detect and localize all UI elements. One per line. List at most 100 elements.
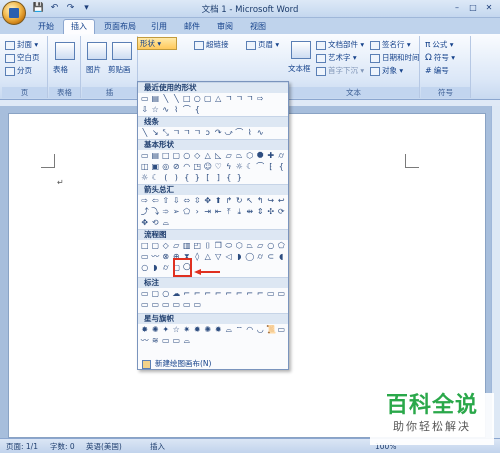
up-ribbon-icon[interactable]: ⌓ (224, 325, 234, 335)
no-symbol-icon[interactable]: ⊘ (172, 162, 182, 172)
page-break-button[interactable]: 分页 (5, 65, 32, 76)
left-brace-icon[interactable]: { (182, 173, 192, 183)
circular-arrow-icon[interactable]: ⟲ (151, 218, 161, 228)
right-arrow-shape-icon[interactable]: ⇨ (256, 94, 266, 104)
clipart-button-label[interactable]: 剪贴画 (108, 64, 131, 75)
curved-down-ribbon-icon[interactable]: ◡ (256, 325, 266, 335)
up-callout-arrow-icon[interactable]: ⤒ (224, 207, 234, 217)
maximize-button[interactable]: □ (466, 2, 480, 14)
textbox-icon[interactable] (291, 41, 311, 59)
accent-border-callout-icon[interactable]: ▭ (193, 300, 203, 310)
picture-icon[interactable] (87, 42, 107, 60)
bracket-pair-icon[interactable]: ⁅ (266, 162, 276, 172)
curved-arrow-line-icon[interactable]: ↷ (214, 128, 224, 138)
bevel-icon[interactable]: ▣ (151, 162, 161, 172)
notched-right-arrow-icon[interactable]: ➢ (172, 207, 182, 217)
shapes-button[interactable]: 形状 ▾ (137, 37, 177, 50)
connector-icon[interactable]: ○ (266, 241, 276, 251)
vertical-textbox-icon[interactable]: ▤ (151, 151, 161, 161)
offpage-connector-icon[interactable]: ⬠ (277, 241, 287, 251)
isosceles-triangle-icon[interactable]: △ (203, 151, 213, 161)
down-arrow-icon[interactable]: ⇩ (172, 196, 182, 206)
close-button[interactable]: ✕ (482, 2, 496, 14)
multidocument-icon[interactable]: ❐ (214, 241, 224, 251)
tab-references[interactable]: 引用 (145, 20, 173, 34)
minimize-button[interactable]: – (450, 2, 464, 14)
freeform-icon[interactable]: ⌇ (245, 128, 255, 138)
oval-icon[interactable]: ○ (182, 151, 192, 161)
table-button-label[interactable]: 表格 (53, 64, 68, 75)
rounded-rect-shape-icon[interactable]: ▢ (203, 94, 213, 104)
doc-parts-button[interactable]: 文档部件 ▾ (316, 39, 364, 50)
sun-icon[interactable]: ☼ (235, 162, 245, 172)
smiley-icon[interactable]: ☺ (203, 162, 213, 172)
new-drawing-canvas-button[interactable]: 新建绘图画布(N) (142, 358, 211, 369)
star-16-icon[interactable]: ✹ (193, 325, 203, 335)
line-shape-icon[interactable]: ╲ (172, 94, 182, 104)
moon-icon[interactable]: ☾ (245, 162, 255, 172)
double-wave-icon[interactable]: ≋ (151, 336, 161, 346)
tab-view[interactable]: 视图 (244, 20, 272, 34)
curved-double-line-icon[interactable]: ⤻ (224, 128, 234, 138)
line-shape-icon[interactable]: ╲ (161, 94, 171, 104)
explosion-2-icon[interactable]: ✺ (151, 325, 161, 335)
star-shape-icon[interactable]: ☆ (151, 105, 161, 115)
elbow-line-icon[interactable]: ㄱ (172, 128, 182, 138)
rounded-callout-icon[interactable]: ▢ (151, 289, 161, 299)
arc-shape-icon[interactable]: ⌒ (182, 105, 192, 115)
bent-up-arrow-icon[interactable]: ↰ (256, 196, 266, 206)
left-up-arrow-icon[interactable]: ↖ (245, 196, 255, 206)
cube-icon[interactable]: ◫ (140, 162, 150, 172)
rectangle-icon[interactable]: □ (161, 151, 171, 161)
border-callout-icon[interactable]: ▭ (140, 300, 150, 310)
rect-callout-icon[interactable]: ▭ (140, 289, 150, 299)
sort-icon[interactable]: ◊ (193, 252, 203, 262)
accent-callout-icon[interactable]: ⌐ (245, 289, 255, 299)
decision-icon[interactable]: ◇ (161, 241, 171, 251)
hyperlink-button[interactable]: 超链接 (194, 39, 229, 50)
offpage-icon[interactable]: ○ (140, 263, 150, 273)
lr-callout-arrow-icon[interactable]: ⇹ (245, 207, 255, 217)
textbox-button-label[interactable]: 文本框 (288, 63, 311, 74)
left-right-arrow-icon[interactable]: ⬄ (182, 196, 192, 206)
elbow-arrow-icon[interactable]: ㄱ (235, 94, 245, 104)
down-callout-arrow-icon[interactable]: ⤓ (235, 207, 245, 217)
symbol-button[interactable]: Ω 符号 ▾ (425, 52, 455, 64)
data-icon[interactable]: ▱ (172, 241, 182, 251)
left-arrow-icon[interactable]: ⇦ (151, 196, 161, 206)
office-button[interactable] (2, 1, 26, 25)
vertical-scrollbar[interactable] (491, 106, 500, 438)
quad-arrow-callout-icon[interactable]: ✥ (140, 218, 150, 228)
accent-callout-icon[interactable]: ⌐ (256, 289, 266, 299)
left-bracket-icon[interactable]: ( (161, 173, 171, 183)
object-button[interactable]: 对象 ▾ (370, 65, 403, 76)
u-turn-arrow-icon[interactable]: ↻ (235, 196, 245, 206)
hexagon-icon[interactable]: ⬡ (245, 151, 255, 161)
process-icon[interactable]: □ (140, 241, 150, 251)
magnetic-disk-icon[interactable]: ⌭ (256, 252, 266, 262)
curved-line-icon[interactable]: ↄ (203, 128, 213, 138)
arc-icon[interactable]: ⌒ (256, 162, 266, 172)
bracket-icon[interactable]: [ (203, 173, 213, 183)
right-arrow-icon[interactable]: ⇨ (140, 196, 150, 206)
datetime-button[interactable]: 日期和时间 (370, 52, 420, 63)
arc-arrow-icon[interactable]: ⌓ (161, 218, 171, 228)
cover-page-button[interactable]: 封面 ▾ (5, 39, 38, 50)
banner-icon[interactable]: ⌓ (182, 336, 192, 346)
predefined-process-icon[interactable]: ▥ (182, 241, 192, 251)
rounded-rectangle-icon[interactable]: ▢ (172, 151, 182, 161)
sun-icon[interactable]: ☼ (140, 173, 150, 183)
display-icon[interactable]: ◖ (277, 252, 287, 262)
curve-shape-icon[interactable]: ∿ (161, 105, 171, 115)
explosion-icon[interactable]: ✸ (140, 325, 150, 335)
picture-button-label[interactable]: 图片 (86, 64, 101, 75)
header-button[interactable]: 页眉 ▾ (246, 39, 279, 50)
elbow-arrow-line-icon[interactable]: ㄱ (182, 128, 192, 138)
wave-icon[interactable]: 〰 (140, 336, 150, 346)
extract-icon[interactable]: △ (203, 252, 213, 262)
status-page[interactable]: 页面: 1/1 (6, 441, 38, 452)
lightning-icon[interactable]: ϟ (224, 162, 234, 172)
tab-mailings[interactable]: 邮件 (178, 20, 206, 34)
trapezoid-icon[interactable]: ⏢ (235, 151, 245, 161)
cloud-callout-icon[interactable]: ☁ (172, 289, 182, 299)
